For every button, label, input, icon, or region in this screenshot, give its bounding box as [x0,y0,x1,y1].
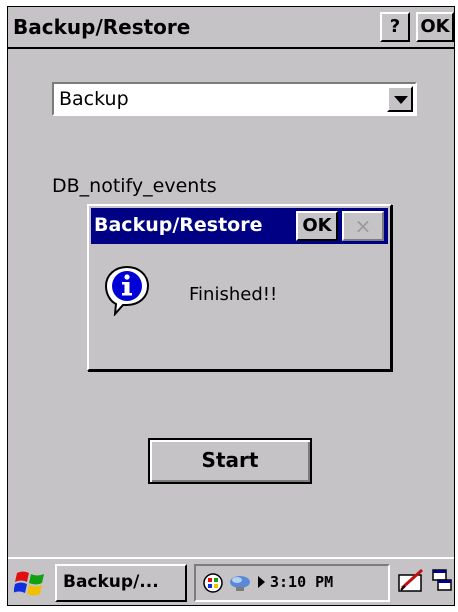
status-label: DB_notify_events [52,175,217,197]
chevron-down-icon [394,96,408,104]
window-title: Backup/Restore [13,15,191,39]
mode-dropdown-value: Backup [59,88,129,110]
desktop-icon[interactable] [431,566,453,598]
dropdown-arrow-button[interactable] [387,86,413,112]
network-icon[interactable] [202,572,224,594]
connection-icon[interactable] [227,572,253,594]
dialog-message: Finished!! [189,284,278,305]
start-button[interactable]: Start [148,438,312,484]
clock[interactable]: 3:10 PM [270,573,333,591]
ok-button[interactable]: OK [416,12,454,42]
message-dialog: Backup/Restore OK × Finished!! [87,204,392,371]
input-panel-icon[interactable] [396,566,426,598]
close-icon: × [354,214,372,238]
info-icon [104,265,150,316]
windows-start-icon[interactable] [14,568,46,598]
title-bar: Backup/Restore ? OK [8,7,454,49]
task-button-backup[interactable]: Backup/... [55,564,187,602]
dialog-title: Backup/Restore [94,214,263,236]
device-screen: Backup/Restore ? OK Backup DB_notify_eve… [7,6,455,606]
chevron-right-icon [258,576,265,588]
taskbar: Backup/... 3:10 PM [8,557,454,605]
dialog-ok-button[interactable]: OK [296,211,338,241]
help-button[interactable]: ? [380,12,410,42]
mode-dropdown[interactable]: Backup [52,82,417,116]
dialog-close-button[interactable]: × [342,211,384,241]
system-tray: 3:10 PM [194,564,390,602]
dialog-title-bar: Backup/Restore OK × [91,208,388,244]
